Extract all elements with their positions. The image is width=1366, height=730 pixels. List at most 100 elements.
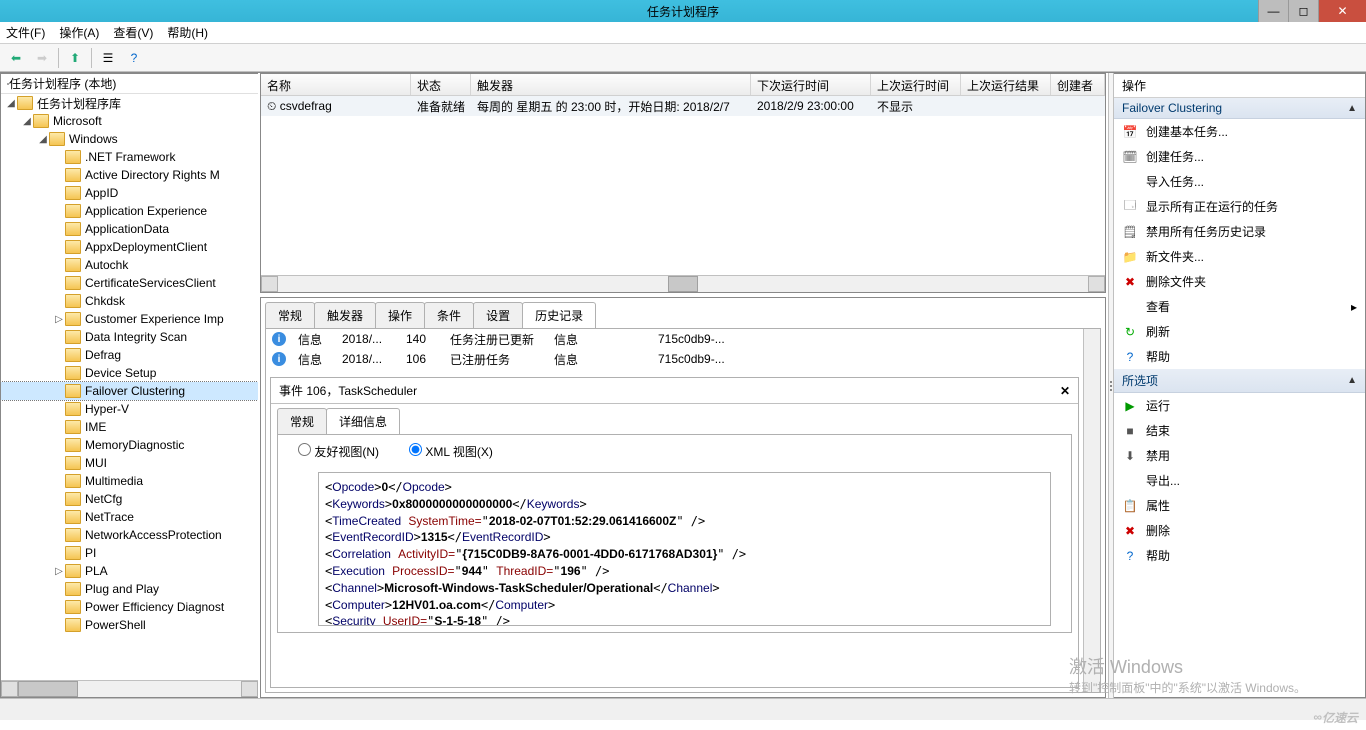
folder-icon xyxy=(65,168,81,182)
back-button[interactable]: ⬅ xyxy=(4,47,28,69)
menubar: 文件(F) 操作(A) 查看(V) 帮助(H) xyxy=(0,22,1366,44)
tree-item[interactable]: AppID xyxy=(1,184,258,202)
action-item[interactable]: 🗔显示所有正在运行的任务 xyxy=(1114,194,1365,219)
col-next[interactable]: 下次运行时间 xyxy=(751,74,871,95)
action-item[interactable]: 📅创建基本任务... xyxy=(1114,119,1365,144)
tree-label: Application Experience xyxy=(85,204,207,218)
tab-history[interactable]: 历史记录 xyxy=(522,302,596,328)
tree-item[interactable]: Plug and Play xyxy=(1,580,258,598)
action-item[interactable]: 导出... xyxy=(1114,468,1365,493)
tab-triggers[interactable]: 触发器 xyxy=(314,302,376,328)
tab-general[interactable]: 常规 xyxy=(265,302,315,328)
task-row[interactable]: ⏲ csvdefrag 准备就绪 每周的 星期五 的 23:00 时，开始日期:… xyxy=(261,96,1105,116)
history-row[interactable]: i信息2018/...140任务注册已更新信息715c0db9-... xyxy=(266,329,1083,349)
tab-settings[interactable]: 设置 xyxy=(473,302,523,328)
tab-conditions[interactable]: 条件 xyxy=(424,302,474,328)
action-item[interactable]: 查看▸ xyxy=(1114,294,1365,319)
tree-item[interactable]: Hyper-V xyxy=(1,400,258,418)
radio-xml[interactable]: XML 视图(X) xyxy=(409,443,493,460)
up-button[interactable]: ⬆ xyxy=(63,47,87,69)
action-item[interactable]: 🗓创建任务... xyxy=(1114,144,1365,169)
action-item[interactable]: ▶运行 xyxy=(1114,393,1365,418)
tree-root[interactable]: 任务计划程序 (本地) xyxy=(1,74,258,94)
help-button[interactable]: ? xyxy=(122,47,146,69)
collapse-icon[interactable]: ▲ xyxy=(1347,103,1357,114)
tab-actions[interactable]: 操作 xyxy=(375,302,425,328)
menu-file[interactable]: 文件(F) xyxy=(6,24,45,41)
collapse-icon[interactable]: ▲ xyxy=(1347,375,1357,386)
event-close-button[interactable]: ✕ xyxy=(1060,384,1070,398)
tree-hscroll[interactable] xyxy=(1,680,258,697)
action-item[interactable]: ■结束 xyxy=(1114,418,1365,443)
action-item[interactable]: ⬇禁用 xyxy=(1114,443,1365,468)
forward-button[interactable]: ➡ xyxy=(30,47,54,69)
folder-icon xyxy=(65,600,81,614)
action-item[interactable]: ?帮助 xyxy=(1114,344,1365,369)
action-item[interactable]: ?帮助 xyxy=(1114,543,1365,568)
event-tab-general[interactable]: 常规 xyxy=(277,408,327,434)
col-last[interactable]: 上次运行时间 xyxy=(871,74,961,95)
tree-item[interactable]: .NET Framework xyxy=(1,148,258,166)
tree-item[interactable]: Data Integrity Scan xyxy=(1,328,258,346)
tree-label: CertificateServicesClient xyxy=(85,276,216,290)
tree-item[interactable]: NetCfg xyxy=(1,490,258,508)
task-grid-header: 名称 状态 触发器 下次运行时间 上次运行时间 上次运行结果 创建者 xyxy=(261,74,1105,96)
action-item[interactable]: 📁新文件夹... xyxy=(1114,244,1365,269)
tree-item[interactable]: Active Directory Rights M xyxy=(1,166,258,184)
view-button[interactable]: ☰ xyxy=(96,47,120,69)
event-tab-details[interactable]: 详细信息 xyxy=(326,408,400,434)
action-item[interactable]: 📋属性 xyxy=(1114,493,1365,518)
tree-item[interactable]: ◢Microsoft xyxy=(1,112,258,130)
tree-item[interactable]: NetworkAccessProtection xyxy=(1,526,258,544)
tree-item[interactable]: Device Setup xyxy=(1,364,258,382)
action-item[interactable]: 🗒禁用所有任务历史记录 xyxy=(1114,219,1365,244)
radio-friendly[interactable]: 友好视图(N) xyxy=(298,443,379,460)
action-item[interactable]: ✖删除 xyxy=(1114,518,1365,543)
tree-item[interactable]: Application Experience xyxy=(1,202,258,220)
tree-item[interactable]: Power Efficiency Diagnost xyxy=(1,598,258,616)
close-button[interactable]: ✕ xyxy=(1318,0,1366,22)
tree-item[interactable]: ▷PLA xyxy=(1,562,258,580)
col-result[interactable]: 上次运行结果 xyxy=(961,74,1051,95)
tree-item[interactable]: MemoryDiagnostic xyxy=(1,436,258,454)
tree-item[interactable]: ▷Customer Experience Imp xyxy=(1,310,258,328)
tree-item[interactable]: ◢Windows xyxy=(1,130,258,148)
tree-item[interactable]: Multimedia xyxy=(1,472,258,490)
expand-icon[interactable]: ◢ xyxy=(5,98,17,109)
detail-vscroll[interactable] xyxy=(1083,329,1100,692)
tree-item[interactable]: Autochk xyxy=(1,256,258,274)
menu-action[interactable]: 操作(A) xyxy=(59,24,99,41)
tree-item[interactable]: Defrag xyxy=(1,346,258,364)
expand-icon[interactable]: ▷ xyxy=(53,566,65,577)
tree-item[interactable]: MUI xyxy=(1,454,258,472)
tree-item[interactable]: PI xyxy=(1,544,258,562)
expand-icon[interactable]: ◢ xyxy=(21,116,33,127)
action-item[interactable]: ✖删除文件夹 xyxy=(1114,269,1365,294)
tree-item[interactable]: IME xyxy=(1,418,258,436)
col-status[interactable]: 状态 xyxy=(411,74,471,95)
menu-help[interactable]: 帮助(H) xyxy=(167,24,208,41)
maximize-button[interactable]: ◻ xyxy=(1288,0,1318,22)
tree-item[interactable]: CertificateServicesClient xyxy=(1,274,258,292)
grid-hscroll[interactable] xyxy=(261,275,1105,292)
toolbar: ⬅ ➡ ⬆ ☰ ? xyxy=(0,44,1366,72)
tree-item[interactable]: ApplicationData xyxy=(1,220,258,238)
minimize-button[interactable]: — xyxy=(1258,0,1288,22)
tree-item[interactable]: NetTrace xyxy=(1,508,258,526)
tree-item[interactable]: AppxDeploymentClient xyxy=(1,238,258,256)
expand-icon[interactable]: ◢ xyxy=(37,134,49,145)
tree-label: IME xyxy=(85,420,106,434)
action-item[interactable]: ↻刷新 xyxy=(1114,319,1365,344)
xml-view[interactable]: <Opcode>0</Opcode> <Keywords>0x800000000… xyxy=(318,472,1051,626)
tree-item[interactable]: Chkdsk xyxy=(1,292,258,310)
expand-icon[interactable]: ▷ xyxy=(53,314,65,325)
tree-item[interactable]: PowerShell xyxy=(1,616,258,634)
col-name[interactable]: 名称 xyxy=(261,74,411,95)
action-item[interactable]: 导入任务... xyxy=(1114,169,1365,194)
col-author[interactable]: 创建者 xyxy=(1051,74,1105,95)
col-trigger[interactable]: 触发器 xyxy=(471,74,751,95)
history-row[interactable]: i信息2018/...106已注册任务信息715c0db9-... xyxy=(266,349,1083,369)
tree-item[interactable]: ◢任务计划程序库 xyxy=(1,94,258,112)
menu-view[interactable]: 查看(V) xyxy=(113,24,153,41)
tree-item[interactable]: Failover Clustering xyxy=(1,382,258,400)
